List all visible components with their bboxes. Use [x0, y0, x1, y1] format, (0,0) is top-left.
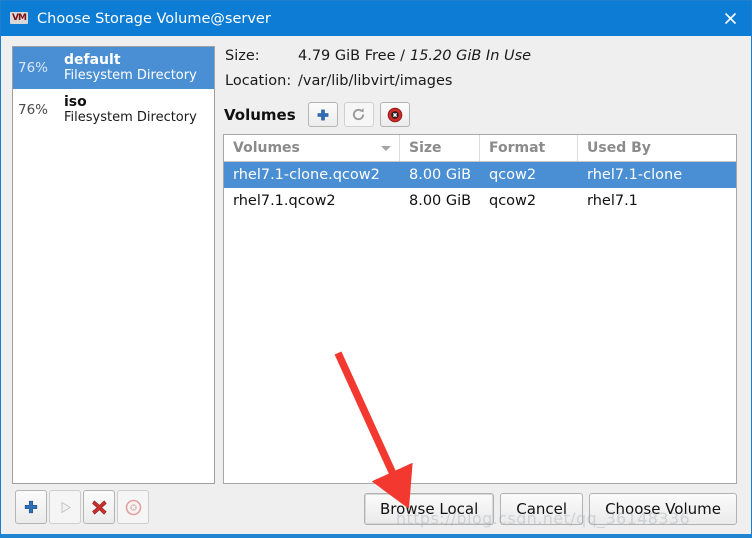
pool-name: default [64, 53, 121, 69]
cell-size: 8.00 GiB [409, 193, 472, 209]
table-row[interactable]: rhel7.1-clone.qcow2 8.00 GiB qcow2 rhel7… [224, 162, 736, 188]
column-label: Size [409, 140, 442, 156]
volumes-title: Volumes [224, 105, 296, 124]
pool-usage-percent: 76% [18, 60, 49, 76]
window-title: Choose Storage Volume@server [37, 10, 271, 27]
start-pool-button[interactable] [49, 490, 81, 524]
column-label: Format [489, 140, 546, 156]
add-pool-button[interactable] [15, 490, 47, 524]
choose-storage-volume-dialog: VM Choose Storage Volume@server 76% defa… [0, 0, 752, 538]
column-header-format[interactable]: Format [480, 135, 578, 161]
close-icon[interactable] [707, 1, 751, 36]
pool-type: Filesystem Directory [64, 67, 197, 83]
location-label: Location: [225, 73, 292, 89]
pool-toolbar [15, 490, 149, 524]
add-volume-button[interactable] [307, 102, 338, 127]
delete-volume-button[interactable] [379, 102, 410, 127]
cell-format: qcow2 [489, 193, 537, 209]
refresh-volumes-button[interactable] [343, 102, 374, 127]
column-header-size[interactable]: Size [400, 135, 480, 161]
column-label: Volumes [233, 140, 300, 156]
size-row: Size: 4.79 GiB Free / 15.20 GiB In Use [225, 48, 735, 73]
column-header-used-by[interactable]: Used By [578, 135, 736, 161]
volumes-header: Volumes [224, 102, 410, 127]
watermark-text: https://blog.csdn.net/qq_36148336 [396, 509, 691, 528]
location-row: Location: /var/lib/libvirt/images [225, 73, 735, 98]
vm-manager-icon: VM [10, 11, 28, 26]
list-item[interactable]: 76% default Filesystem Directory [13, 47, 214, 89]
location-value: /var/lib/libvirt/images [298, 73, 453, 89]
cell-used-by: rhel7.1 [587, 193, 638, 209]
volumes-table[interactable]: Volumes Size Format Used By rhel7.1-clon… [223, 134, 737, 484]
cell-used-by: rhel7.1-clone [587, 167, 683, 183]
window-bottom-edge [1, 534, 751, 537]
column-label: Used By [587, 140, 651, 156]
cell-size: 8.00 GiB [409, 167, 472, 183]
table-header-row: Volumes Size Format Used By [224, 135, 736, 162]
delete-pool-button[interactable] [83, 490, 115, 524]
chevron-down-icon [381, 146, 391, 151]
cell-volume: rhel7.1.qcow2 [233, 193, 336, 209]
stop-pool-button[interactable] [117, 490, 149, 524]
titlebar: VM Choose Storage Volume@server [1, 1, 751, 36]
size-label: Size: [225, 48, 260, 64]
pool-name: iso [64, 95, 87, 111]
table-row[interactable]: rhel7.1.qcow2 8.00 GiB qcow2 rhel7.1 [224, 188, 736, 214]
column-header-volumes[interactable]: Volumes [224, 135, 400, 161]
cell-format: qcow2 [489, 167, 537, 183]
size-free-value: 4.79 GiB Free / [298, 48, 405, 64]
pool-type: Filesystem Directory [64, 109, 197, 125]
storage-pool-list[interactable]: 76% default Filesystem Directory 76% iso… [12, 46, 215, 484]
pool-info: Size: 4.79 GiB Free / 15.20 GiB In Use L… [225, 48, 735, 98]
size-used-value: 15.20 GiB In Use [409, 48, 532, 64]
list-item[interactable]: 76% iso Filesystem Directory [13, 89, 214, 131]
pool-usage-percent: 76% [18, 102, 49, 118]
cell-volume: rhel7.1-clone.qcow2 [233, 167, 380, 183]
